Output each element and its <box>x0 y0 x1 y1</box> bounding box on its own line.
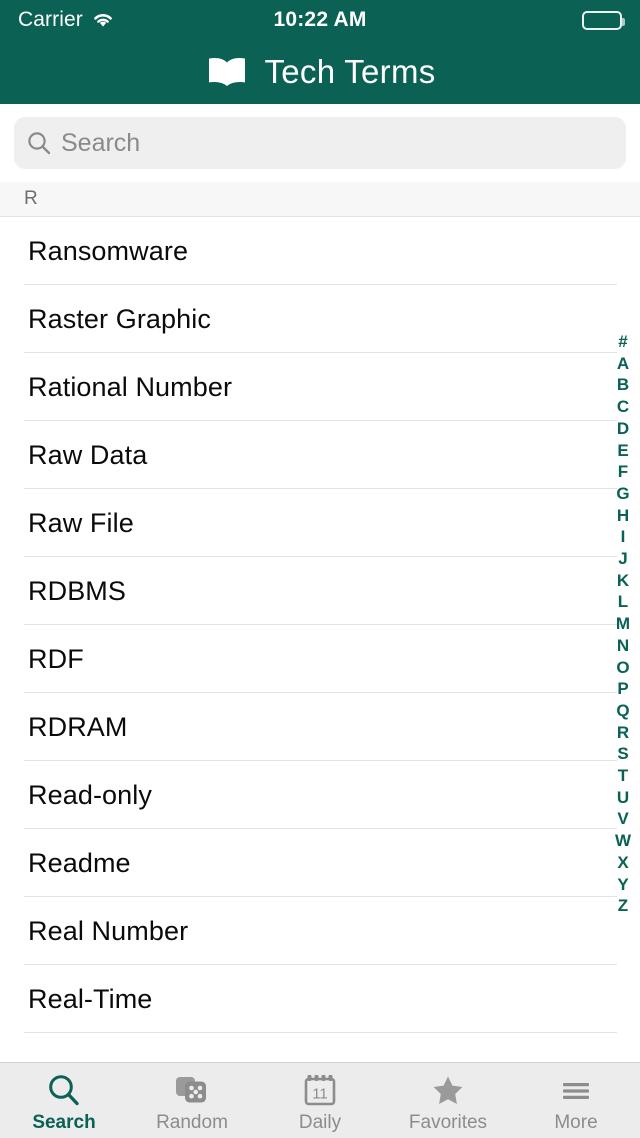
alphabet-index[interactable]: # A B C D E F G H I J K L M N O P Q R S T U V W X Y Z <box>609 331 637 917</box>
index-letter-h[interactable]: H <box>609 505 637 527</box>
search-bar-container: Search <box>0 104 640 182</box>
list-item[interactable]: Real-Time <box>0 965 640 1033</box>
index-letter-o[interactable]: O <box>609 657 637 679</box>
list-item-label: Rational Number <box>28 371 233 402</box>
list-item-label: Raw File <box>28 507 134 538</box>
status-bar: Carrier 10:22 AM <box>0 0 640 40</box>
index-letter-l[interactable]: L <box>609 591 637 613</box>
index-letter-hash[interactable]: # <box>609 331 637 353</box>
open-book-icon <box>204 55 250 89</box>
tab-label-daily: Daily <box>298 1111 342 1133</box>
index-letter-v[interactable]: V <box>609 808 637 830</box>
term-list[interactable]: Ransomware Raster Graphic Rational Number R… <box>0 217 640 1062</box>
tab-label-more: More <box>554 1111 598 1133</box>
tab-bar: Search Random 11 Daily Favorites More <box>0 1062 640 1138</box>
tab-favorites[interactable]: Favorites <box>384 1063 512 1138</box>
list-item[interactable]: Raw Data <box>0 421 640 489</box>
index-letter-k[interactable]: K <box>609 570 637 592</box>
index-letter-y[interactable]: Y <box>609 874 637 896</box>
index-letter-g[interactable]: G <box>609 483 637 505</box>
index-letter-c[interactable]: C <box>609 396 637 418</box>
list-item[interactable]: Rational Number <box>0 353 640 421</box>
dice-icon <box>174 1072 210 1108</box>
list-item[interactable]: RDRAM <box>0 693 640 761</box>
list-item[interactable]: Ransomware <box>0 217 640 285</box>
index-letter-i[interactable]: I <box>609 526 637 548</box>
index-letter-b[interactable]: B <box>609 374 637 396</box>
list-item[interactable]: Raster Graphic <box>0 285 640 353</box>
index-letter-j[interactable]: J <box>609 548 637 570</box>
index-letter-w[interactable]: W <box>609 830 637 852</box>
index-letter-s[interactable]: S <box>609 743 637 765</box>
search-input[interactable]: Search <box>14 117 626 169</box>
tab-search[interactable]: Search <box>0 1063 128 1138</box>
hamburger-icon <box>558 1072 594 1108</box>
index-letter-n[interactable]: N <box>609 635 637 657</box>
index-letter-m[interactable]: M <box>609 613 637 635</box>
tab-daily[interactable]: 11 Daily <box>256 1063 384 1138</box>
status-bar-left: Carrier <box>18 8 115 32</box>
list-item-label: Ransomware <box>28 235 189 266</box>
section-header: R <box>0 182 640 217</box>
star-icon <box>430 1072 466 1108</box>
status-bar-right <box>582 10 625 30</box>
magnifier-icon <box>47 1072 81 1108</box>
page-title: Tech Terms <box>264 53 436 90</box>
list-item-label: Raw Data <box>28 439 148 470</box>
nav-bar: Tech Terms <box>0 40 640 104</box>
list-item-label: Raster Graphic <box>28 303 211 334</box>
list-item[interactable]: Read-only <box>0 761 640 829</box>
list-item-label: Readme <box>28 847 131 878</box>
battery-icon <box>582 10 625 30</box>
list-item[interactable]: Real Number <box>0 897 640 965</box>
list-item[interactable]: RDF <box>0 625 640 693</box>
search-placeholder: Search <box>61 128 141 157</box>
search-icon <box>26 130 52 156</box>
list-item-label: RDRAM <box>28 711 128 742</box>
app-screen: Carrier 10:22 AM Tech Terms Search R Ran… <box>0 0 640 1138</box>
tab-random[interactable]: Random <box>128 1063 256 1138</box>
tab-more[interactable]: More <box>512 1063 640 1138</box>
list-item-label: Real Number <box>28 915 189 946</box>
list-item[interactable]: RDBMS <box>0 557 640 625</box>
svg-text:11: 11 <box>312 1085 328 1102</box>
index-letter-q[interactable]: Q <box>609 700 637 722</box>
list-item-label: Real-Time <box>28 983 153 1014</box>
section-header-label: R <box>24 188 38 209</box>
index-letter-d[interactable]: D <box>609 418 637 440</box>
list-item[interactable]: Raw File <box>0 489 640 557</box>
index-letter-r[interactable]: R <box>609 722 637 744</box>
tab-label-favorites: Favorites <box>408 1111 488 1133</box>
wifi-icon <box>91 11 115 29</box>
list-item-label: RDBMS <box>28 575 127 606</box>
list-item-label: Read-only <box>28 779 152 810</box>
calendar-icon: 11 <box>303 1072 337 1108</box>
list-item[interactable]: Readme <box>0 829 640 897</box>
index-letter-p[interactable]: P <box>609 678 637 700</box>
list-item-label: RDF <box>28 643 84 674</box>
index-letter-a[interactable]: A <box>609 353 637 375</box>
index-letter-z[interactable]: Z <box>609 895 637 917</box>
tab-label-random: Random <box>156 1111 228 1133</box>
index-letter-f[interactable]: F <box>609 461 637 483</box>
tab-label-search: Search <box>32 1111 96 1133</box>
index-letter-u[interactable]: U <box>609 787 637 809</box>
index-letter-x[interactable]: X <box>609 852 637 874</box>
index-letter-e[interactable]: E <box>609 440 637 462</box>
index-letter-t[interactable]: T <box>609 765 637 787</box>
carrier-label: Carrier <box>18 8 83 31</box>
